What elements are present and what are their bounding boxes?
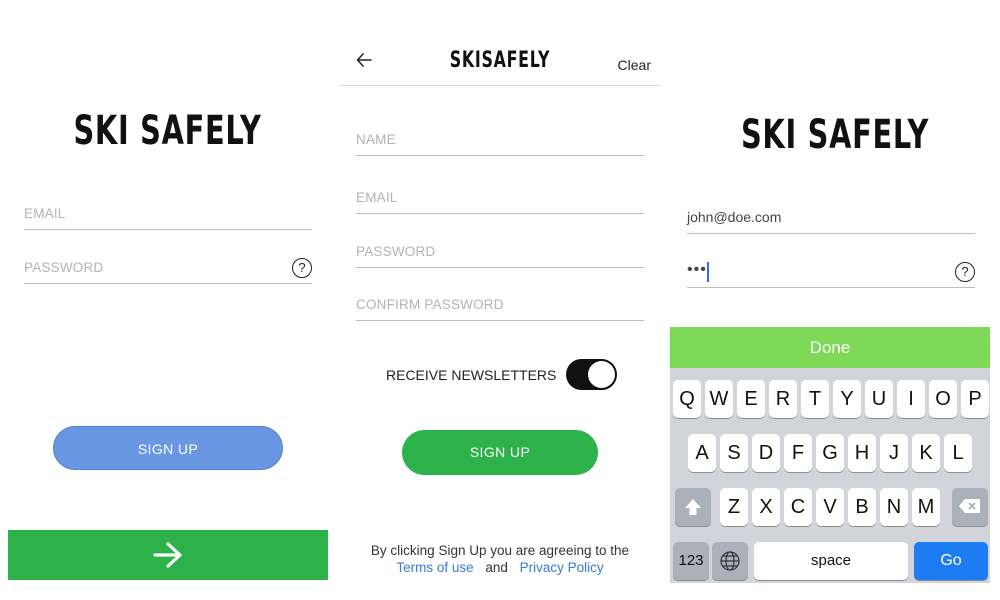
newsletter-toggle[interactable] <box>566 359 617 390</box>
key-q[interactable]: Q <box>673 380 701 418</box>
legal-text: By clicking Sign Up you are agreeing to … <box>370 543 630 558</box>
backspace-key[interactable] <box>952 488 988 526</box>
and-text: and <box>485 560 508 575</box>
key-h[interactable]: H <box>848 434 876 472</box>
key-j[interactable]: J <box>880 434 908 472</box>
name-field[interactable]: NAME <box>356 126 644 156</box>
key-z[interactable]: Z <box>720 488 748 526</box>
email-placeholder: EMAIL <box>356 190 398 205</box>
confirm-password-field[interactable]: CONFIRM PASSWORD <box>356 291 644 321</box>
password-field[interactable]: PASSWORD <box>356 238 644 268</box>
name-placeholder: NAME <box>356 132 396 147</box>
clear-button[interactable]: Clear <box>618 57 651 73</box>
key-m[interactable]: M <box>912 488 940 526</box>
key-y[interactable]: Y <box>833 380 861 418</box>
key-f[interactable]: F <box>784 434 812 472</box>
email-value: john@doe.com <box>687 209 782 225</box>
key-d[interactable]: D <box>752 434 780 472</box>
key-b[interactable]: B <box>848 488 876 526</box>
key-p[interactable]: P <box>961 380 989 418</box>
shift-icon <box>685 499 701 515</box>
password-placeholder: PASSWORD <box>356 244 436 259</box>
signup-screen: SKISAFELY Clear NAME EMAIL PASSWORD CONF… <box>340 0 660 600</box>
key-t[interactable]: T <box>801 380 829 418</box>
newsletter-label: RECEIVE NEWSLETTERS <box>386 367 557 383</box>
keyboard: Done QWERTYUIOP ASDFGHJKL ZXCVBNM 123 sp… <box>670 327 990 583</box>
login-screen: SKI SAFELY EMAIL PASSWORD ? SIGN UP <box>0 0 335 600</box>
email-field[interactable]: EMAIL <box>24 200 312 230</box>
key-c[interactable]: C <box>784 488 812 526</box>
next-button[interactable] <box>8 530 328 580</box>
email-field[interactable]: john@doe.com <box>687 204 975 234</box>
password-placeholder: PASSWORD <box>24 260 104 275</box>
go-key[interactable]: Go <box>914 542 988 580</box>
key-n[interactable]: N <box>880 488 908 526</box>
app-logo: SKI SAFELY <box>740 112 930 158</box>
backspace-icon <box>959 499 980 513</box>
done-button[interactable]: Done <box>670 327 990 368</box>
header-bar: SKISAFELY Clear <box>340 0 660 86</box>
key-r[interactable]: R <box>769 380 797 418</box>
key-x[interactable]: X <box>752 488 780 526</box>
help-icon[interactable]: ? <box>955 262 975 282</box>
key-l[interactable]: L <box>944 434 972 472</box>
globe-key[interactable] <box>712 542 748 580</box>
space-key[interactable]: space <box>754 542 908 580</box>
key-o[interactable]: O <box>929 380 957 418</box>
email-field[interactable]: EMAIL <box>356 184 644 214</box>
key-k[interactable]: K <box>912 434 940 472</box>
key-g[interactable]: G <box>816 434 844 472</box>
app-logo: SKI SAFELY <box>73 108 262 154</box>
key-e[interactable]: E <box>737 380 765 418</box>
app-logo: SKISAFELY <box>449 48 551 73</box>
sign-up-button[interactable]: SIGN UP <box>53 426 283 470</box>
confirm-password-placeholder: CONFIRM PASSWORD <box>356 297 504 312</box>
key-v[interactable]: V <box>816 488 844 526</box>
password-value: ••• <box>687 261 707 278</box>
toggle-knob <box>588 361 615 388</box>
email-placeholder: EMAIL <box>24 206 66 221</box>
login-keyboard-screen: SKI SAFELY john@doe.com ••• ? Done QWERT… <box>670 0 1000 600</box>
key-i[interactable]: I <box>897 380 925 418</box>
arrow-left-icon[interactable] <box>356 52 372 68</box>
numbers-key[interactable]: 123 <box>673 542 709 580</box>
privacy-link[interactable]: Privacy Policy <box>520 560 604 575</box>
legal-links: Terms of use and Privacy Policy <box>340 560 660 575</box>
key-u[interactable]: U <box>865 380 893 418</box>
key-w[interactable]: W <box>705 380 733 418</box>
key-a[interactable]: A <box>688 434 716 472</box>
password-field[interactable]: ••• ? <box>687 258 975 288</box>
text-cursor <box>707 262 709 282</box>
globe-icon <box>720 551 740 571</box>
arrow-right-icon <box>153 542 182 568</box>
sign-up-button[interactable]: SIGN UP <box>402 430 598 475</box>
help-icon[interactable]: ? <box>292 258 312 278</box>
password-field[interactable]: PASSWORD ? <box>24 254 312 284</box>
shift-key[interactable] <box>675 488 711 526</box>
terms-link[interactable]: Terms of use <box>396 560 473 575</box>
key-s[interactable]: S <box>720 434 748 472</box>
